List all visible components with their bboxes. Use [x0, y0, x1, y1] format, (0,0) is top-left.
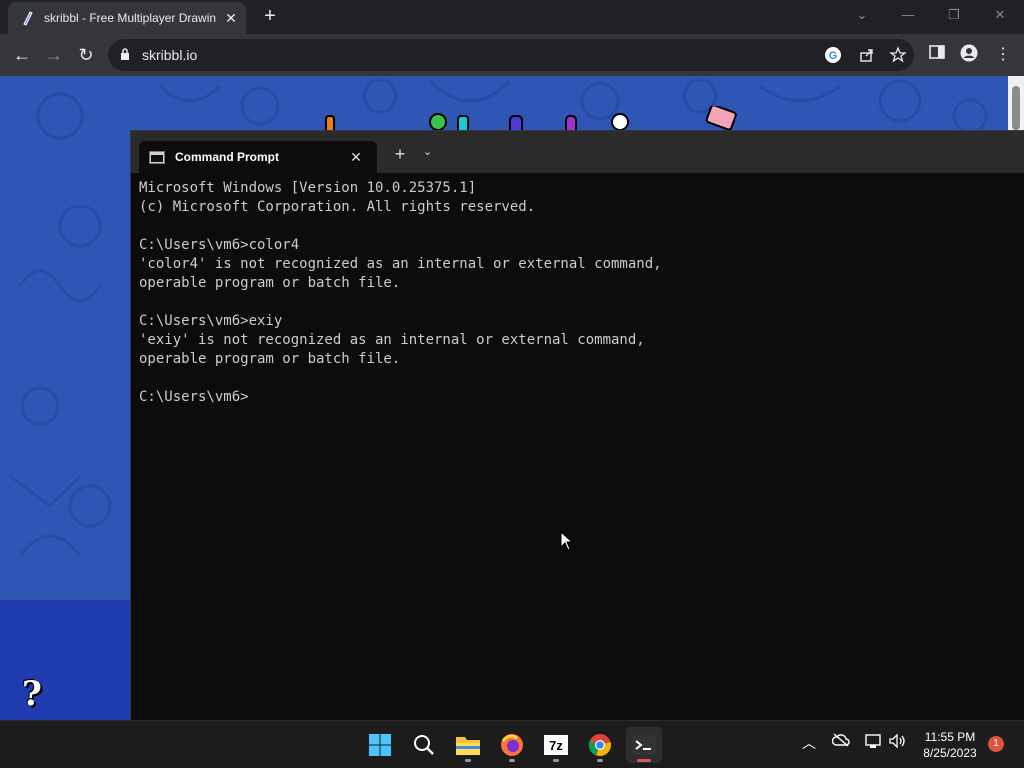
onedrive-cloud-icon[interactable]: [830, 733, 852, 750]
tab-search-chevron-icon[interactable]: ⌄: [842, 4, 882, 28]
terminal-new-tab-button[interactable]: +: [393, 144, 407, 165]
bookmark-star-icon[interactable]: [889, 46, 907, 64]
profile-avatar-icon[interactable]: [958, 44, 980, 66]
side-panel-icon[interactable]: [926, 44, 948, 66]
notification-badge[interactable]: 1: [988, 736, 1004, 752]
firefox-icon: [501, 734, 523, 756]
url-text: skribbl.io: [142, 47, 198, 63]
clock-date: 8/25/2023: [923, 746, 977, 760]
svg-text:G: G: [829, 50, 838, 62]
windows-taskbar: 7z ︿ 11:55 PM 8/25/2023: [0, 720, 1024, 768]
terminal-window: Command Prompt ✕ + ⌄ Microsoft Windows […: [130, 130, 1024, 720]
minimize-icon[interactable]: —: [888, 4, 928, 28]
active-indicator: [637, 759, 651, 762]
search-button[interactable]: [406, 727, 442, 763]
terminal-line: 'color4' is not recognized as an interna…: [139, 256, 662, 272]
windows-icon: [369, 734, 391, 756]
forward-arrow-icon[interactable]: →: [42, 43, 66, 67]
terminal-line: 'exiy' is not recognized as an internal …: [139, 332, 645, 348]
reload-icon[interactable]: ↻: [74, 43, 98, 67]
show-hidden-icons-chevron-icon[interactable]: ︿: [798, 733, 820, 753]
search-icon: [414, 735, 434, 755]
browser-toolbar: ← → ↻ skribbl.io G ⋮: [0, 34, 1024, 76]
terminal-line: C:\Users\vm6>exiy: [139, 313, 283, 329]
chrome-menu-icon[interactable]: ⋮: [992, 44, 1014, 66]
terminal-line: (c) Microsoft Corporation. All rights re…: [139, 199, 536, 215]
7zip-app[interactable]: 7z: [538, 727, 574, 763]
browser-tab-title: skribbl - Free Multiplayer Drawin: [44, 11, 216, 25]
taskbar-clock[interactable]: 11:55 PM 8/25/2023: [910, 729, 990, 761]
lock-icon: [121, 48, 129, 60]
terminal-line: C:\Users\vm6>color4: [139, 237, 300, 253]
terminal-line: Microsoft Windows [Version 10.0.25375.1]: [139, 180, 477, 196]
terminal-output[interactable]: Microsoft Windows [Version 10.0.25375.1]…: [139, 179, 1009, 407]
browser-tab-close-icon[interactable]: ✕: [222, 10, 240, 27]
back-arrow-icon[interactable]: ←: [10, 43, 34, 67]
window-close-icon[interactable]: ✕: [980, 4, 1020, 28]
clock-time: 11:55 PM: [924, 730, 976, 744]
svg-text:7z: 7z: [549, 738, 563, 753]
terminal-line: C:\Users\vm6>: [139, 389, 249, 405]
browser-tab-strip: skribbl - Free Multiplayer Drawin ✕ + ⌄ …: [0, 0, 1024, 34]
running-indicator: [465, 759, 471, 762]
skribbl-favicon-icon: [23, 11, 33, 26]
command-prompt-icon: [149, 150, 165, 164]
terminal-tab-close-icon[interactable]: ✕: [347, 149, 365, 166]
volume-icon[interactable]: [886, 733, 908, 752]
firefox-app[interactable]: [494, 727, 530, 763]
terminal-app[interactable]: [626, 727, 662, 763]
file-explorer-app[interactable]: [450, 727, 486, 763]
scrollbar-thumb[interactable]: [1012, 86, 1020, 130]
start-button[interactable]: [362, 727, 398, 763]
terminal-line: operable program or batch file.: [139, 275, 401, 291]
restore-icon[interactable]: ❐: [934, 4, 974, 28]
address-bar[interactable]: skribbl.io G: [108, 39, 914, 71]
running-indicator: [597, 759, 603, 762]
help-question-icon[interactable]: ?: [22, 674, 54, 714]
running-indicator: [553, 759, 559, 762]
terminal-icon: [632, 735, 656, 755]
page-lower-panel: [0, 600, 130, 720]
terminal-tab-title: Command Prompt: [175, 150, 280, 164]
terminal-dropdown-chevron-icon[interactable]: ⌄: [423, 145, 432, 158]
running-indicator: [509, 759, 515, 762]
browser-tab-skribbl[interactable]: skribbl - Free Multiplayer Drawin ✕: [8, 2, 246, 34]
chrome-app[interactable]: [582, 727, 618, 763]
new-tab-button[interactable]: +: [258, 5, 282, 29]
folder-icon: [456, 737, 480, 755]
mouse-pointer-icon: [560, 531, 574, 551]
google-lens-icon[interactable]: G: [824, 46, 842, 64]
7z-icon: 7z: [544, 735, 568, 755]
network-icon[interactable]: [862, 733, 884, 752]
terminal-line: operable program or batch file.: [139, 351, 401, 367]
terminal-titlebar: Command Prompt ✕ + ⌄: [131, 131, 1024, 173]
chrome-icon: [588, 734, 611, 757]
terminal-tab-command-prompt[interactable]: Command Prompt ✕: [139, 141, 377, 173]
share-icon[interactable]: [858, 46, 876, 64]
